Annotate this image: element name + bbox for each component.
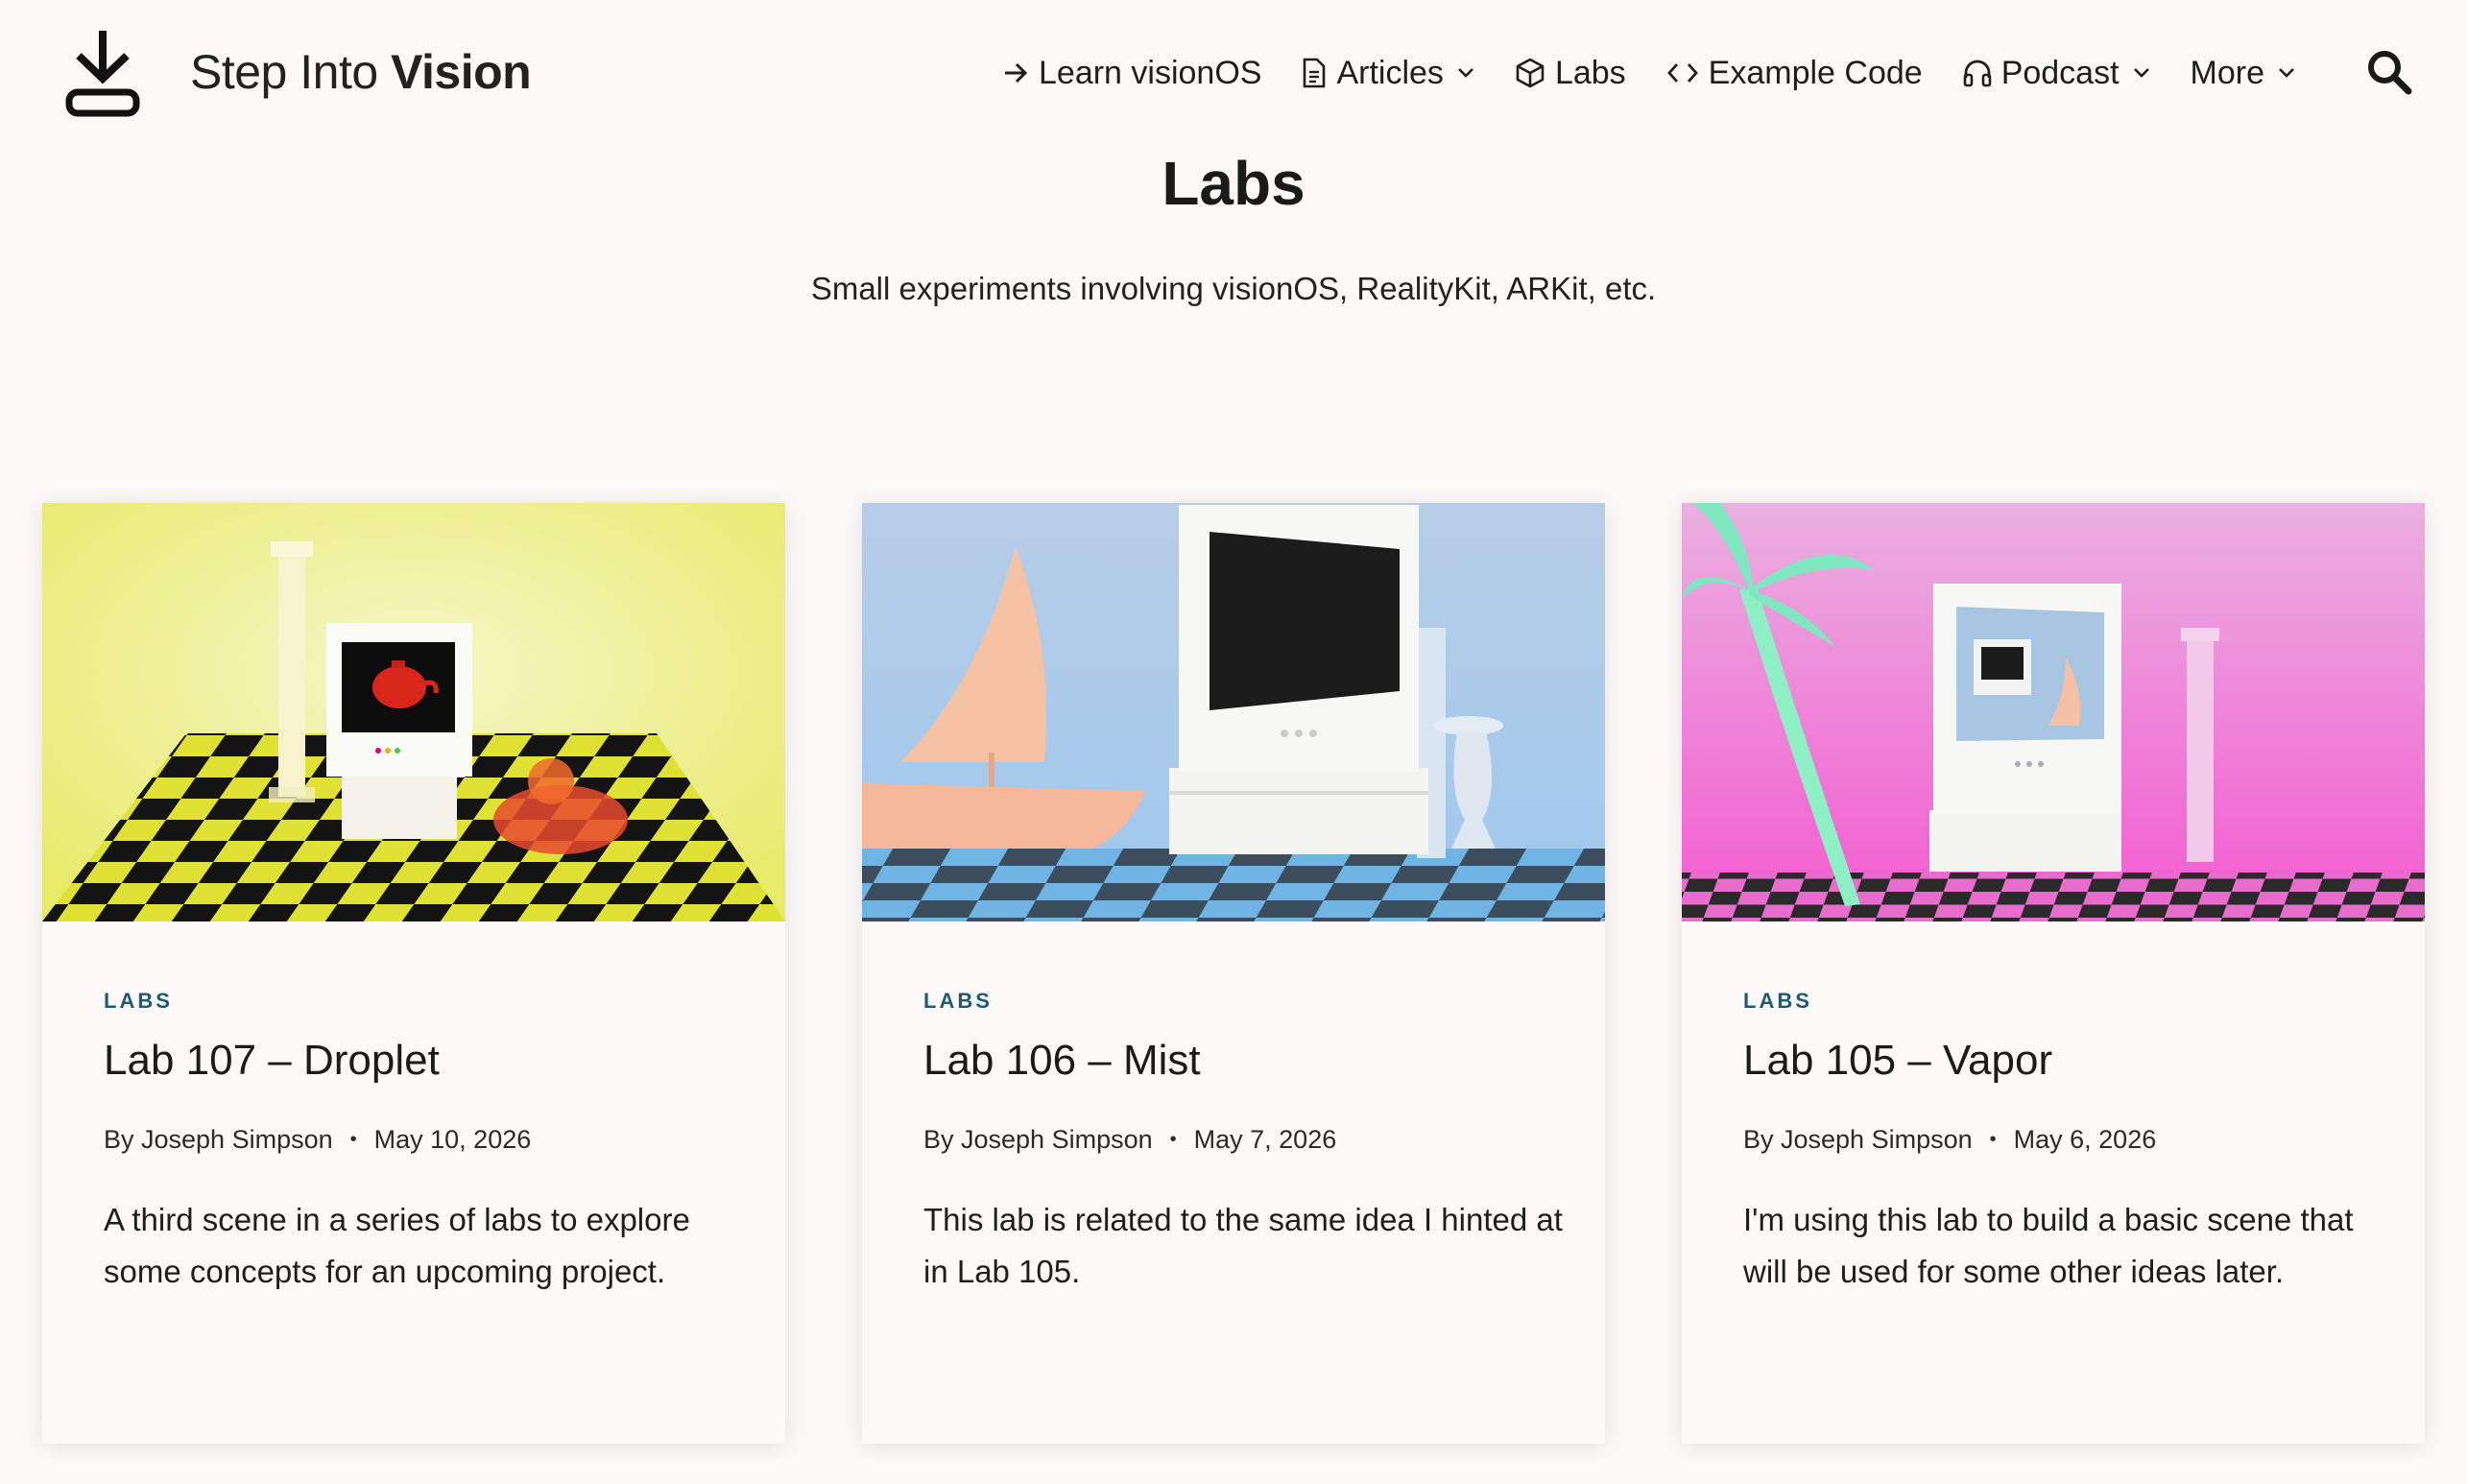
- arrow-right-icon: [1005, 62, 1028, 84]
- meta-separator: •: [1169, 1129, 1177, 1150]
- code-icon: [1666, 63, 1698, 83]
- post-excerpt: A third scene in a series of labs to exp…: [104, 1202, 690, 1289]
- post-card: LABS Lab 107 – Droplet By Joseph Simpson…: [42, 503, 785, 1444]
- nav-articles[interactable]: Articles: [1302, 55, 1473, 92]
- download-logo-icon[interactable]: [60, 27, 146, 119]
- page-title: Labs: [1162, 149, 1305, 218]
- chevron-down-icon: [2133, 68, 2149, 78]
- post-card: LABS Lab 106 – Mist By Joseph Simpson • …: [862, 503, 1605, 1444]
- brand-light: Step Into: [190, 45, 378, 99]
- post-thumbnail[interactable]: [862, 503, 1605, 922]
- post-author[interactable]: By Joseph Simpson: [923, 1125, 1153, 1155]
- nav-label: Labs: [1554, 54, 1626, 91]
- post-meta: By Joseph Simpson • May 10, 2026: [104, 1125, 531, 1155]
- post-title[interactable]: Lab 106 – Mist: [923, 1037, 1201, 1085]
- chevron-down-icon: [1458, 68, 1473, 78]
- site-header: Step Into Vision Learn visionOS Articles: [0, 0, 2467, 144]
- nav-labs[interactable]: Labs: [1515, 55, 1626, 92]
- nav-label: More: [2190, 54, 2265, 91]
- nav-example-code[interactable]: Example Code: [1666, 55, 1923, 92]
- nav-label: Articles: [1336, 54, 1444, 91]
- post-card: LABS Lab 105 – Vapor By Joseph Simpson •…: [1682, 503, 2425, 1444]
- post-date: May 6, 2026: [2013, 1125, 2157, 1154]
- post-title[interactable]: Lab 105 – Vapor: [1743, 1037, 2052, 1085]
- post-category[interactable]: LABS: [104, 989, 173, 1014]
- search-icon[interactable]: [2365, 48, 2413, 96]
- post-author[interactable]: By Joseph Simpson: [104, 1125, 333, 1155]
- page-subtitle: Small experiments involving visionOS, Re…: [810, 271, 1657, 306]
- post-thumbnail[interactable]: [1682, 503, 2425, 922]
- site-brand[interactable]: Step Into Vision: [190, 42, 532, 102]
- brand-bold: Vision: [391, 45, 532, 99]
- nav-label: Learn visionOS: [1039, 54, 1262, 91]
- nav-learn-visionos[interactable]: Learn visionOS: [1002, 55, 1261, 92]
- document-icon: [1304, 58, 1326, 88]
- post-title[interactable]: Lab 107 – Droplet: [104, 1037, 440, 1085]
- nav-podcast[interactable]: Podcast: [1963, 55, 2150, 92]
- meta-separator: •: [349, 1129, 357, 1150]
- cube-icon: [1516, 58, 1545, 88]
- post-category[interactable]: LABS: [923, 989, 993, 1014]
- main-nav: Learn visionOS Articles Labs Example Cod…: [1002, 46, 2295, 100]
- post-meta: By Joseph Simpson • May 7, 2026: [923, 1125, 1336, 1155]
- post-excerpt: This lab is related to the same idea I h…: [923, 1202, 1563, 1289]
- nav-label: Podcast: [2000, 54, 2120, 91]
- post-author[interactable]: By Joseph Simpson: [1743, 1125, 1973, 1155]
- nav-label: Example Code: [1708, 54, 1923, 91]
- nav-more[interactable]: More: [2191, 55, 2295, 92]
- post-date: May 10, 2026: [373, 1125, 532, 1154]
- post-meta: By Joseph Simpson • May 6, 2026: [1743, 1125, 2156, 1155]
- post-excerpt: I'm using this lab to build a basic scen…: [1743, 1202, 2354, 1289]
- chevron-down-icon: [2279, 68, 2294, 78]
- headphones-icon: [1963, 60, 1991, 87]
- post-date: May 7, 2026: [1193, 1125, 1337, 1154]
- post-thumbnail[interactable]: [42, 503, 785, 922]
- post-category[interactable]: LABS: [1743, 989, 1812, 1014]
- meta-separator: •: [1989, 1129, 1997, 1150]
